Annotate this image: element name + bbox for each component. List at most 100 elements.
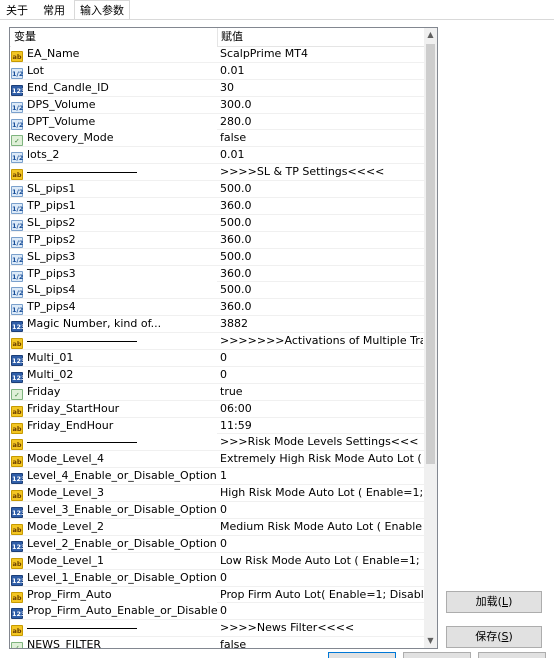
- value-cell[interactable]: 500.0: [218, 215, 423, 231]
- table-row[interactable]: ab Mode_Level_3 High Risk Mode Auto Lot ( …: [10, 485, 424, 503]
- scroll-thumb[interactable]: [426, 44, 435, 464]
- value-cell[interactable]: 360.0: [218, 266, 423, 282]
- table-row[interactable]: ✓ Recovery_Mode false: [10, 130, 424, 148]
- table-row[interactable]: ab EA_Name ScalpPrime MT4: [10, 46, 424, 63]
- value-cell[interactable]: 0: [218, 536, 423, 552]
- value-cell[interactable]: 360.0: [218, 198, 423, 214]
- separator-line: [27, 441, 137, 443]
- value-cell[interactable]: Low Risk Mode Auto Lot ( Enable=1; Dis..…: [218, 553, 423, 569]
- value-cell[interactable]: false: [218, 130, 423, 146]
- table-row[interactable]: 123Level_1_Enable_or_Disable_Option 0: [10, 569, 424, 587]
- variable-cell: ✓ Friday: [11, 383, 217, 400]
- table-row[interactable]: 123Level_2_Enable_or_Disable_Option 0: [10, 535, 424, 553]
- table-row[interactable]: 1/2 SL_pips2 500.0: [10, 214, 424, 232]
- value-cell[interactable]: 360.0: [218, 232, 423, 248]
- scroll-up-icon[interactable]: ▲: [424, 28, 437, 42]
- table-row[interactable]: 1/2 DPT_Volume 280.0: [10, 113, 424, 131]
- cancel-button[interactable]: [403, 652, 471, 658]
- value-cell[interactable]: >>>>SL & TP Settings<<<<: [218, 164, 423, 180]
- table-row[interactable]: ab Friday_StartHour 06:00: [10, 400, 424, 418]
- table-row[interactable]: 1/2 TP_pips3 360.0: [10, 265, 424, 283]
- table-row[interactable]: ab Mode_Level_4 Extremely High Risk Mode A…: [10, 451, 424, 469]
- table-row[interactable]: 1/2 SL_pips3 500.0: [10, 248, 424, 266]
- table-row[interactable]: 1/2 TP_pips2 360.0: [10, 231, 424, 249]
- integer-type-icon: 123: [11, 574, 26, 586]
- value-cell[interactable]: >>>Risk Mode Levels Settings<<<: [218, 434, 423, 450]
- variable-name: SL_pips2: [27, 215, 76, 229]
- value-cell[interactable]: 06:00: [218, 401, 423, 417]
- vertical-scrollbar[interactable]: ▲ ▼: [424, 28, 437, 648]
- load-button[interactable]: 加载(L): [446, 591, 542, 613]
- tab-common[interactable]: 常用: [36, 2, 72, 20]
- column-header-variable[interactable]: 变量: [14, 28, 214, 46]
- table-row[interactable]: 123Multi_02 0: [10, 366, 424, 384]
- value-cell[interactable]: 0: [218, 502, 423, 518]
- value-cell[interactable]: >>>>>>>Activations of Multiple Trades...: [218, 333, 423, 349]
- table-row[interactable]: ab Mode_Level_1 Low Risk Mode Auto Lot ( E…: [10, 552, 424, 570]
- table-row[interactable]: ✓ NEWS_FILTER false: [10, 637, 424, 648]
- value-cell[interactable]: 0: [218, 367, 423, 383]
- tab-input-parameters-label: 输入参数: [80, 4, 124, 17]
- column-header-value[interactable]: 赋值: [221, 28, 421, 46]
- boolean-type-icon: ✓: [11, 388, 23, 400]
- table-row[interactable]: 123Multi_01 0: [10, 350, 424, 367]
- table-row[interactable]: 1/2 lots_2 0.01: [10, 147, 424, 165]
- value-cell[interactable]: 360.0: [218, 299, 423, 315]
- column-divider[interactable]: [217, 28, 218, 46]
- double-type-icon: 1/2: [11, 67, 24, 79]
- value-cell[interactable]: false: [218, 637, 423, 648]
- value-cell[interactable]: Prop Firm Auto Lot( Enable=1; Disabled=.…: [218, 587, 423, 603]
- variable-cell: 1/2 SL_pips2: [11, 214, 217, 231]
- value-cell[interactable]: 300.0: [218, 97, 423, 113]
- value-cell[interactable]: 0: [218, 570, 423, 586]
- reset-button[interactable]: [478, 652, 546, 658]
- ok-button[interactable]: [328, 652, 396, 658]
- table-row-separator[interactable]: ab >>>Risk Mode Levels Settings<<<: [10, 434, 424, 452]
- scroll-down-icon[interactable]: ▼: [424, 634, 437, 648]
- value-cell[interactable]: 1: [218, 468, 423, 484]
- table-row[interactable]: 123Magic Number, kind of... 3882: [10, 316, 424, 334]
- table-row[interactable]: 1/2 TP_pips1 360.0: [10, 198, 424, 215]
- value-cell[interactable]: High Risk Mode Auto Lot ( Enable=1; Di..…: [218, 485, 423, 501]
- table-row[interactable]: 1/2 Lot 0.01: [10, 62, 424, 80]
- table-row[interactable]: 1/2 DPS_Volume 300.0: [10, 96, 424, 114]
- table-row-separator[interactable]: ab >>>>>>>Activations of Multiple Trades.…: [10, 333, 424, 351]
- value-cell[interactable]: 500.0: [218, 181, 423, 197]
- tab-input-parameters[interactable]: 输入参数: [74, 0, 130, 20]
- value-cell[interactable]: Medium Risk Mode Auto Lot ( Enable=1;...: [218, 519, 423, 535]
- table-row[interactable]: ✓ Friday true: [10, 383, 424, 401]
- value-cell[interactable]: >>>>News Filter<<<<: [218, 620, 423, 636]
- value-cell[interactable]: true: [218, 384, 423, 400]
- value-cell[interactable]: Extremely High Risk Mode Auto Lot ( En..…: [218, 451, 423, 467]
- table-row[interactable]: ab Mode_Level_2 Medium Risk Mode Auto Lot …: [10, 518, 424, 536]
- double-type-icon: 1/2: [11, 304, 24, 316]
- table-row[interactable]: 123Level_4_Enable_or_Disable_Option 1: [10, 468, 424, 486]
- table-row[interactable]: 1/2 TP_pips4 360.0: [10, 299, 424, 317]
- table-row-separator[interactable]: ab >>>>SL & TP Settings<<<<: [10, 164, 424, 182]
- save-button[interactable]: 保存(S): [446, 626, 542, 648]
- variable-name: SL_pips3: [27, 249, 76, 263]
- value-cell[interactable]: 0: [218, 350, 423, 366]
- variable-name: lots_2: [27, 148, 60, 162]
- table-row[interactable]: 123End_Candle_ID 30: [10, 79, 424, 97]
- string-type-icon: ab: [11, 439, 23, 451]
- value-cell[interactable]: 0.01: [218, 63, 423, 79]
- value-cell[interactable]: 30: [218, 80, 423, 96]
- table-row[interactable]: 1/2 SL_pips4 500.0: [10, 282, 424, 300]
- table-row[interactable]: 123Prop_Firm_Auto_Enable_or_Disable_Op..…: [10, 603, 424, 621]
- value-cell[interactable]: 280.0: [218, 114, 423, 130]
- table-row[interactable]: ab Friday_EndHour 11:59: [10, 417, 424, 435]
- value-cell[interactable]: ScalpPrime MT4: [218, 46, 423, 62]
- table-row[interactable]: 1/2 SL_pips1 500.0: [10, 181, 424, 199]
- value-cell[interactable]: 3882: [218, 316, 423, 332]
- variable-cell: 1/2 lots_2: [11, 147, 217, 164]
- table-row-separator[interactable]: ab >>>>News Filter<<<<: [10, 620, 424, 638]
- value-cell[interactable]: 500.0: [218, 249, 423, 265]
- tab-about[interactable]: 关于: [2, 2, 32, 20]
- value-cell[interactable]: 0: [218, 603, 423, 619]
- table-row[interactable]: ab Prop_Firm_Auto Prop Firm Auto Lot( Enab…: [10, 586, 424, 604]
- table-row[interactable]: 123Level_3_Enable_or_Disable_Option 0: [10, 502, 424, 519]
- value-cell[interactable]: 500.0: [218, 282, 423, 298]
- value-cell[interactable]: 11:59: [218, 418, 423, 434]
- value-cell[interactable]: 0.01: [218, 147, 423, 163]
